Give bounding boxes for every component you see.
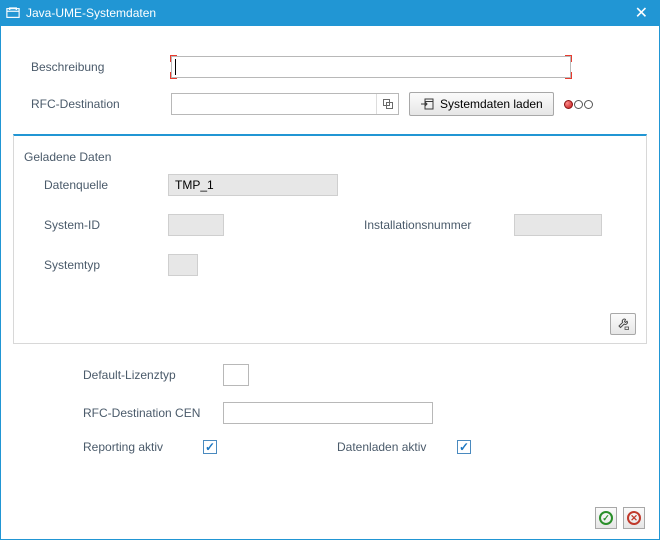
system-id-value [168,214,224,236]
beschreibung-focus-wrap [171,56,571,78]
default-lizenztyp-input[interactable] [223,364,249,386]
settings-tool-button[interactable] [610,313,636,335]
window-title: Java-UME-Systemdaten [26,6,156,20]
reporting-aktiv-checkbox[interactable] [203,440,217,454]
rfc-cen-input[interactable] [223,402,433,424]
wrench-icon [616,317,630,331]
load-button-label: Systemdaten laden [440,97,543,111]
datenladen-aktiv-checkbox[interactable] [457,440,471,454]
ok-icon [599,511,613,525]
titlebar: Java-UME-Systemdaten ✕ [0,0,660,26]
window-icon [6,6,20,20]
loaded-data-group: Geladene Daten Datenquelle TMP_1 System-… [13,134,647,344]
reporting-aktiv-label: Reporting aktiv [83,440,203,454]
installationsnummer-label: Installationsnummer [364,218,514,232]
datenquelle-value: TMP_1 [168,174,338,196]
datenladen-aktiv-label: Datenladen aktiv [337,440,457,454]
ok-button[interactable] [595,507,617,529]
status-light-yellow [574,100,583,109]
rfc-input-wrap [171,93,399,115]
rfc-row: RFC-Destination Systemdaten laden [13,92,647,116]
rfc-input[interactable] [172,94,376,114]
group-title: Geladene Daten [20,146,640,174]
f4-help-icon [382,98,394,110]
status-light-green [584,100,593,109]
beschreibung-label: Beschreibung [31,60,171,74]
systemtyp-value [168,254,198,276]
rfc-cen-label: RFC-Destination CEN [83,406,223,420]
status-light-red [564,100,573,109]
rfc-label: RFC-Destination [31,97,171,111]
checkbox-row: Reporting aktiv Datenladen aktiv [13,440,647,454]
system-id-row: System-ID Installationsnummer [20,214,640,236]
systemtyp-label: Systemtyp [44,258,168,272]
f4-help-button[interactable] [376,94,398,114]
load-system-data-button[interactable]: Systemdaten laden [409,92,554,116]
dialog-content: Beschreibung RFC-Destination [0,26,660,540]
datenquelle-row: Datenquelle TMP_1 [20,174,640,196]
lower-settings-block: Default-Lizenztyp RFC-Destination CEN Re… [13,364,647,454]
installationsnummer-value [514,214,602,236]
cancel-icon [627,511,641,525]
cancel-button[interactable] [623,507,645,529]
status-traffic-lights [564,100,593,109]
rfc-cen-row: RFC-Destination CEN [13,402,647,424]
default-lizenztyp-row: Default-Lizenztyp [13,364,647,386]
text-caret [175,59,176,75]
footer-buttons [595,507,645,529]
system-id-label: System-ID [44,218,168,232]
beschreibung-input[interactable] [171,56,571,78]
datenquelle-label: Datenquelle [44,178,168,192]
systemtyp-row: Systemtyp [20,254,640,276]
beschreibung-row: Beschreibung [13,56,647,78]
close-button[interactable]: ✕ [629,3,654,23]
default-lizenztyp-label: Default-Lizenztyp [83,368,223,382]
import-icon [420,98,434,110]
